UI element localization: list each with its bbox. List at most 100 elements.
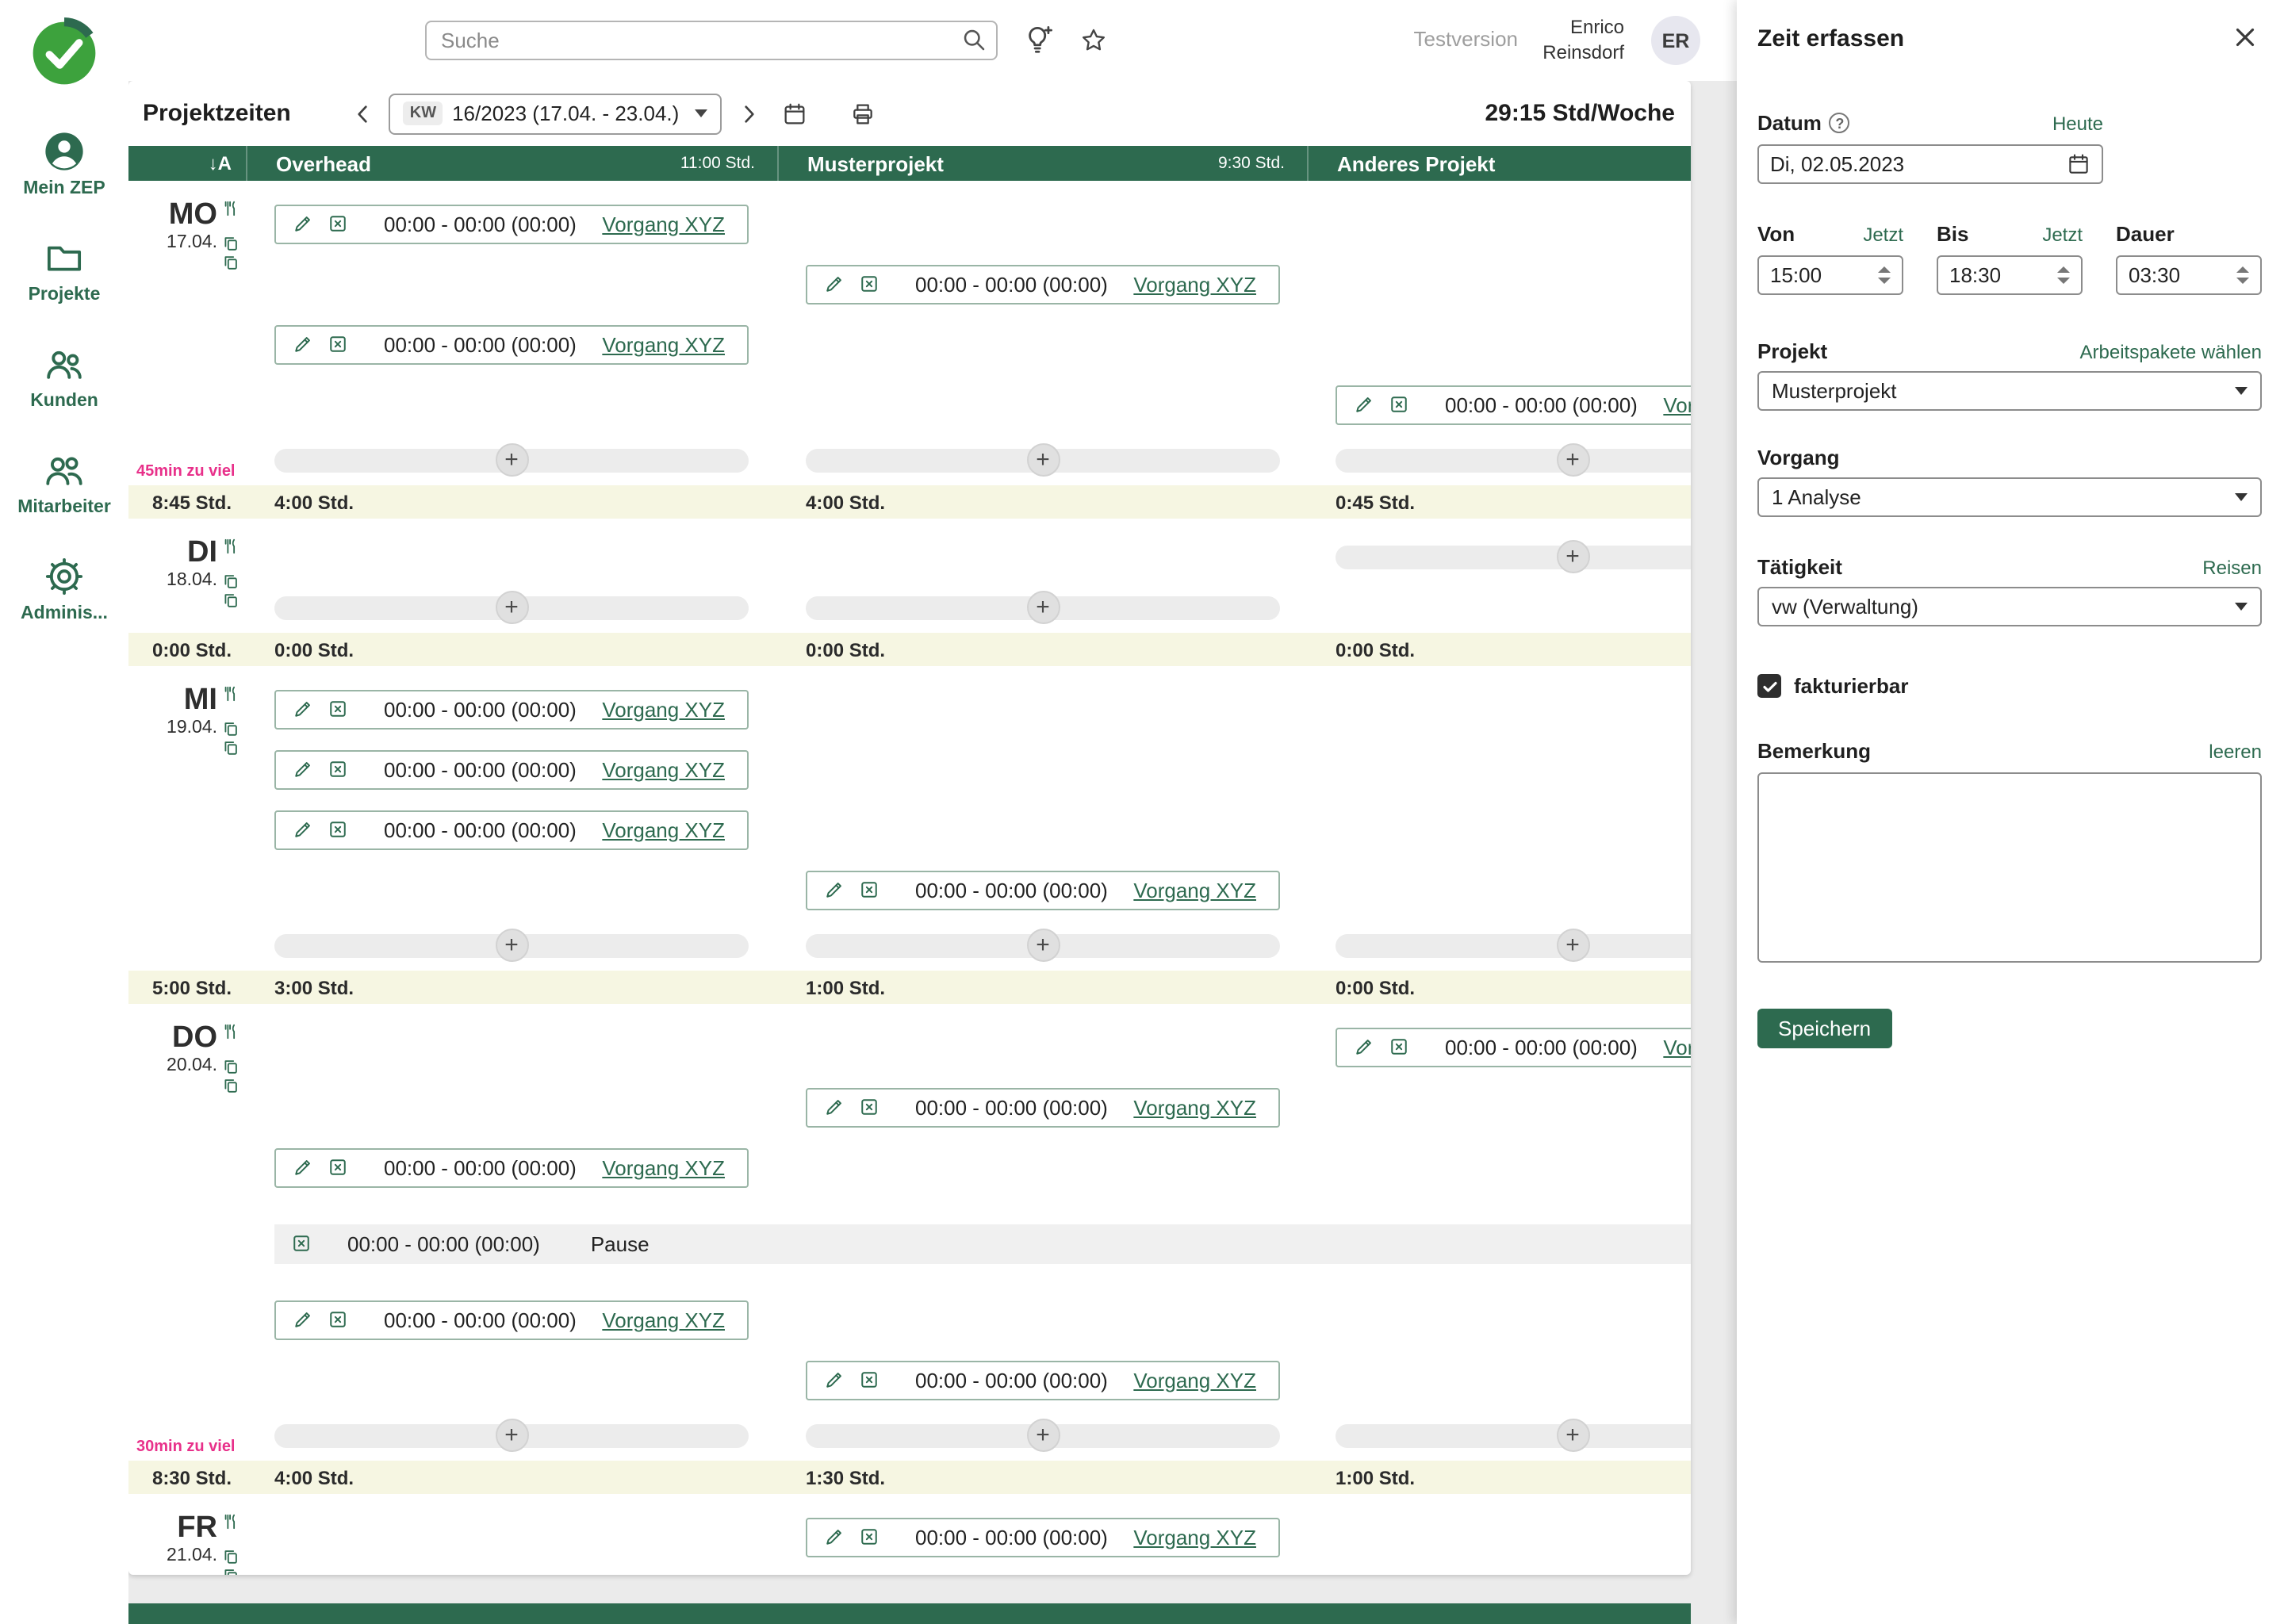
time-entry[interactable]: 00:00 - 00:00 (00:00)Vorgang XYZ — [806, 1360, 1280, 1400]
zep-logo[interactable] — [29, 17, 100, 89]
copy-day-icon[interactable] — [222, 234, 240, 251]
time-entry[interactable]: 00:00 - 00:00 (00:00)Vorgang XYZ — [806, 870, 1280, 910]
help-icon[interactable]: ? — [1830, 113, 1850, 133]
calendar-icon[interactable] — [782, 101, 807, 126]
entry-vorgang-link[interactable]: Vorgang XYZ — [602, 1308, 731, 1331]
meal-break-icon[interactable] — [222, 200, 240, 217]
add-entry-button[interactable]: + — [495, 929, 528, 962]
delete-icon[interactable] — [327, 758, 349, 780]
sidebar-item-meinzep[interactable]: Mein ZEP — [0, 130, 128, 198]
stepper-icon[interactable] — [1878, 266, 1891, 284]
search-icon[interactable] — [960, 25, 988, 54]
edit-icon[interactable] — [823, 273, 845, 295]
time-entry[interactable]: 00:00 - 00:00 (00:00)Vorgang XYZ — [274, 1147, 749, 1187]
arbeitspakete-link[interactable]: Arbeitspakete wählen — [2080, 340, 2263, 362]
time-entry[interactable]: 00:00 - 00:00 (00:00)Vorgang XYZ — [806, 264, 1280, 304]
printer-icon[interactable] — [850, 101, 876, 126]
entry-vorgang-link[interactable]: Vorgang XYZ — [1133, 1525, 1263, 1549]
pause-entry[interactable]: 00:00 - 00:00 (00:00)Pause — [274, 1224, 1691, 1263]
entry-vorgang-link[interactable]: Vorgang XYZ — [1663, 393, 1691, 416]
time-entry[interactable]: 00:00 - 00:00 (00:00)Vorgang XYZ — [274, 324, 749, 364]
von-jetzt-link[interactable]: Jetzt — [1863, 223, 1903, 245]
delete-icon[interactable] — [290, 1232, 312, 1254]
time-entry[interactable]: 00:00 - 00:00 (00:00)Vorgang XYZ — [274, 689, 749, 729]
taetigkeit-select[interactable]: vw (Verwaltung) — [1757, 587, 2262, 626]
prev-week-button[interactable] — [351, 101, 377, 126]
avatar[interactable]: ER — [1651, 16, 1700, 65]
edit-icon[interactable] — [823, 1369, 845, 1391]
sidebar-item-projekte[interactable]: Projekte — [0, 236, 128, 304]
stepper-icon[interactable] — [2057, 266, 2070, 284]
von-input[interactable]: 15:00 — [1757, 255, 1903, 295]
entry-vorgang-link[interactable]: Vorgang XYZ — [602, 818, 731, 841]
add-entry-button[interactable]: + — [1026, 929, 1060, 962]
add-entry-button[interactable]: + — [495, 443, 528, 477]
edit-icon[interactable] — [823, 879, 845, 901]
edit-icon[interactable] — [292, 818, 314, 841]
meal-break-icon[interactable] — [222, 538, 240, 555]
delete-icon[interactable] — [858, 273, 880, 295]
datum-input[interactable]: Di, 02.05.2023 — [1757, 144, 2103, 184]
add-entry-button[interactable]: + — [495, 1419, 528, 1452]
vorgang-select[interactable]: 1 Analyse — [1757, 477, 2262, 517]
copy-day-icon[interactable] — [222, 719, 240, 737]
delete-icon[interactable] — [858, 1096, 880, 1118]
edit-icon[interactable] — [292, 333, 314, 355]
copy-entries-icon[interactable] — [222, 739, 240, 756]
delete-icon[interactable] — [858, 1369, 880, 1391]
entry-vorgang-link[interactable]: Vorgang XYZ — [602, 212, 731, 236]
entry-vorgang-link[interactable]: Vorgang XYZ — [1133, 1095, 1263, 1119]
copy-day-icon[interactable] — [222, 1547, 240, 1565]
star-icon[interactable] — [1079, 25, 1109, 56]
add-entry-button[interactable]: + — [1556, 443, 1589, 477]
calendar-icon[interactable] — [2067, 152, 2090, 176]
bis-jetzt-link[interactable]: Jetzt — [2042, 223, 2083, 245]
time-entry[interactable]: 00:00 - 00:00 (00:00)Vorgang XYZ — [806, 1087, 1280, 1127]
delete-icon[interactable] — [327, 818, 349, 841]
save-button[interactable]: Speichern — [1757, 1009, 1891, 1048]
meal-break-icon[interactable] — [222, 685, 240, 703]
delete-icon[interactable] — [858, 1526, 880, 1548]
next-week-button[interactable] — [736, 101, 761, 126]
edit-icon[interactable] — [823, 1096, 845, 1118]
time-entry[interactable]: 00:00 - 00:00 (00:00)Vorgang XYZ — [274, 204, 749, 243]
leeren-link[interactable]: leeren — [2209, 740, 2262, 762]
entry-vorgang-link[interactable]: Vorgang XYZ — [602, 1155, 731, 1179]
copy-entries-icon[interactable] — [222, 1077, 240, 1094]
reisen-link[interactable]: Reisen — [2202, 556, 2262, 578]
sidebar-item-mitarbeiter[interactable]: Mitarbeiter — [0, 449, 128, 517]
time-entry[interactable]: 00:00 - 00:00 (00:00)Vorgang XYZ — [274, 810, 749, 849]
column-header-anderes-projekt[interactable]: Anderes Projekt — [1307, 146, 1691, 181]
edit-icon[interactable] — [1353, 393, 1375, 416]
delete-icon[interactable] — [327, 333, 349, 355]
delete-icon[interactable] — [327, 698, 349, 720]
entry-vorgang-link[interactable]: Vorgang XYZ — [602, 332, 731, 356]
sidebar-item-kunden[interactable]: Kunden — [0, 343, 128, 411]
entry-vorgang-link[interactable]: Vorgang XYZ — [1663, 1035, 1691, 1059]
add-entry-button[interactable]: + — [1026, 443, 1060, 477]
time-entry[interactable]: 00:00 - 00:00 (00:00)Vorgang XYZ — [1336, 385, 1691, 424]
delete-icon[interactable] — [858, 879, 880, 901]
edit-icon[interactable] — [292, 1156, 314, 1178]
sort-toggle[interactable]: ↓A — [209, 152, 246, 174]
add-entry-button[interactable]: + — [1026, 1419, 1060, 1452]
copy-entries-icon[interactable] — [222, 592, 240, 609]
meal-break-icon[interactable] — [222, 1513, 240, 1530]
projekt-select[interactable]: Musterprojekt — [1757, 371, 2262, 411]
add-entry-button[interactable]: + — [1556, 540, 1589, 573]
add-entry-button[interactable]: + — [1556, 929, 1589, 962]
lightbulb-icon[interactable] — [1021, 22, 1056, 57]
edit-icon[interactable] — [292, 1308, 314, 1331]
week-select[interactable]: KW 16/2023 (17.04. - 23.04.) — [389, 93, 722, 134]
time-entry[interactable]: 00:00 - 00:00 (00:00)Vorgang XYZ — [274, 749, 749, 789]
delete-icon[interactable] — [1388, 1036, 1410, 1058]
copy-entries-icon[interactable] — [222, 254, 240, 271]
time-entry[interactable]: 00:00 - 00:00 (00:00)Vorgang XYZ — [1336, 1027, 1691, 1067]
entry-vorgang-link[interactable]: Vorgang XYZ — [1133, 1368, 1263, 1392]
fakturierbar-checkbox[interactable]: fakturierbar — [1757, 674, 2262, 698]
copy-day-icon[interactable] — [222, 1057, 240, 1074]
close-icon[interactable] — [2230, 22, 2260, 52]
search-input[interactable] — [425, 21, 998, 60]
dauer-input[interactable]: 03:30 — [2116, 255, 2262, 295]
column-header-overhead[interactable]: Overhead 11:00 Std. — [246, 146, 777, 181]
